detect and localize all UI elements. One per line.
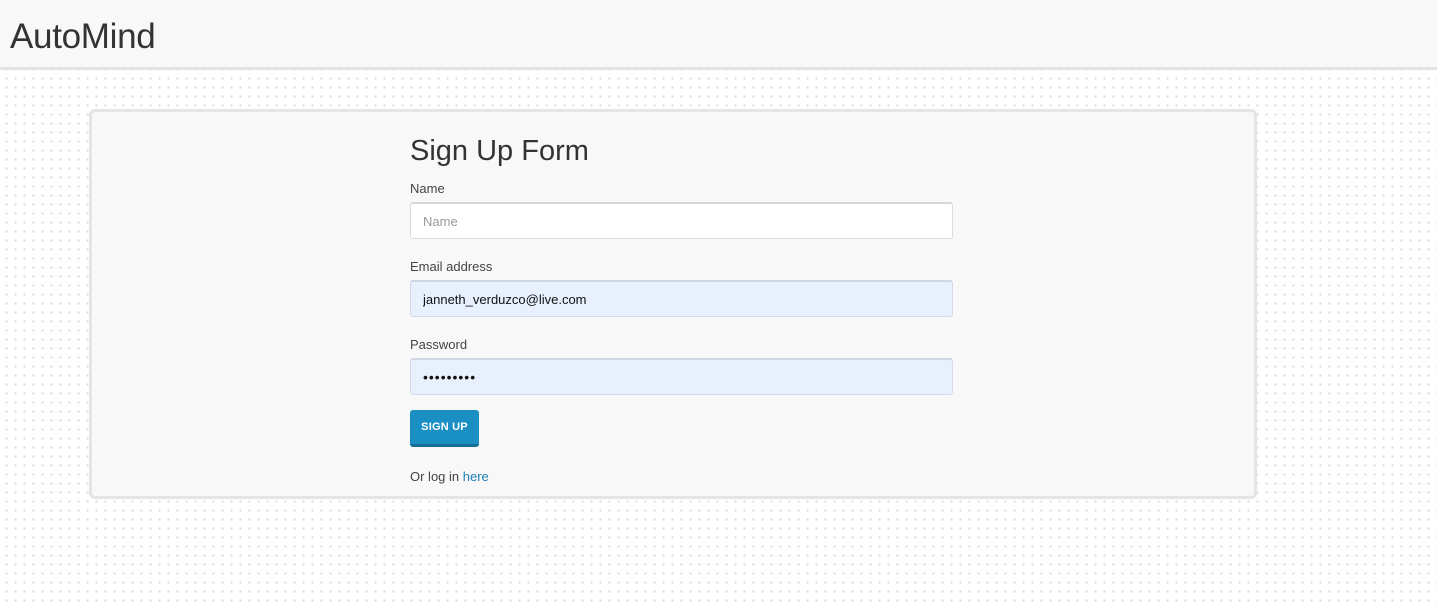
sign-up-button[interactable]: SIGN UP (410, 410, 479, 447)
login-link[interactable]: here (463, 469, 489, 484)
login-prompt: Or log in here (410, 469, 489, 485)
email-input[interactable] (410, 280, 953, 317)
login-prefix-text: Or log in (410, 469, 463, 484)
password-input[interactable] (410, 358, 953, 395)
navbar: AutoMind (0, 0, 1437, 70)
password-label: Password (410, 337, 468, 352)
form-title: Sign Up Form (410, 135, 589, 167)
name-label: Name (410, 181, 445, 196)
signup-panel: Sign Up Form Name Email address Password… (89, 109, 1257, 499)
email-label: Email address (410, 259, 493, 274)
name-input[interactable] (410, 202, 953, 239)
brand-logo[interactable]: AutoMind (10, 15, 156, 59)
